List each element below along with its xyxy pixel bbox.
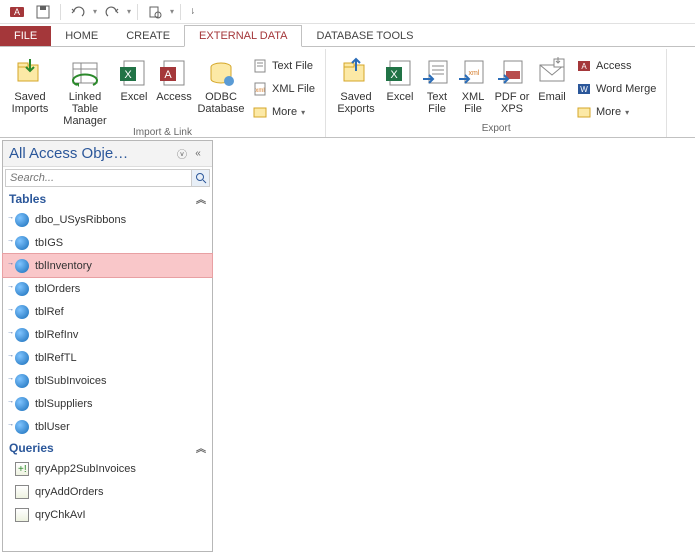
query-icon — [15, 485, 29, 499]
group-import-link: Saved Imports Linked Table Manager X Exc… — [0, 49, 326, 137]
svg-text:xml: xml — [255, 88, 264, 94]
redo-dropdown[interactable]: ▾ — [127, 7, 131, 16]
import-access-button[interactable]: A Access — [154, 51, 194, 103]
table-item[interactable]: →tblRef — [3, 300, 212, 323]
table-item[interactable]: →tbIGS — [3, 231, 212, 254]
svg-text:W: W — [580, 85, 588, 94]
import-odbc-button[interactable]: ODBC Database — [196, 51, 246, 115]
export-access-button[interactable]: A Access — [572, 55, 660, 77]
query-item[interactable]: +!qryApp2SubInvoices — [3, 457, 212, 480]
nav-search-button[interactable] — [191, 170, 209, 186]
import-access-label: Access — [156, 91, 191, 103]
nav-search-input[interactable] — [6, 170, 191, 186]
collapse-icon: ︽ — [196, 440, 206, 455]
nav-pane-collapse-icon[interactable]: « — [190, 148, 206, 159]
table-item[interactable]: →tblRefTL — [3, 346, 212, 369]
export-text-file-label: Text File — [420, 91, 454, 115]
qat-customize[interactable]: ▾ — [170, 7, 174, 16]
tab-database-tools[interactable]: DATABASE TOOLS — [302, 26, 427, 46]
svg-text:A: A — [164, 69, 172, 81]
app-icon: A — [6, 1, 28, 23]
table-item[interactable]: →tblOrders — [3, 277, 212, 300]
ribbon: Saved Imports Linked Table Manager X Exc… — [0, 46, 695, 138]
svg-text:A: A — [14, 7, 20, 17]
export-pdf-xps-button[interactable]: PDF or XPS — [492, 51, 532, 115]
linked-table-icon — [15, 236, 29, 250]
saved-imports-button[interactable]: Saved Imports — [6, 51, 54, 115]
export-xml-file-button[interactable]: xml XML File — [456, 51, 490, 115]
linked-table-manager-button[interactable]: Linked Table Manager — [56, 51, 114, 127]
group-export-label: Export — [482, 123, 511, 137]
linked-table-icon — [15, 328, 29, 342]
undo-dropdown[interactable]: ▾ — [93, 7, 97, 16]
tab-external-data[interactable]: EXTERNAL DATA — [184, 25, 302, 47]
import-odbc-label: ODBC Database — [196, 91, 246, 115]
nav-category-queries[interactable]: Queries︽ — [3, 438, 212, 457]
redo-button[interactable] — [101, 1, 123, 23]
export-email-button[interactable]: Email — [534, 51, 570, 103]
linked-table-icon — [15, 374, 29, 388]
append-query-icon: +! — [15, 462, 29, 476]
svg-text:X: X — [390, 69, 398, 81]
export-pdf-xps-label: PDF or XPS — [492, 91, 532, 115]
linked-table-manager-label: Linked Table Manager — [56, 91, 114, 127]
linked-table-icon — [15, 305, 29, 319]
import-xml-file-button[interactable]: xml XML File — [248, 78, 319, 100]
tab-create[interactable]: CREATE — [112, 26, 184, 46]
ribbon-tabstrip: FILE HOME CREATE EXTERNAL DATA DATABASE … — [0, 24, 695, 46]
linked-table-icon — [15, 282, 29, 296]
tab-file[interactable]: FILE — [0, 26, 51, 46]
table-item-selected[interactable]: →tblInventory — [3, 254, 212, 277]
saved-exports-label: Saved Exports — [332, 91, 380, 115]
linked-table-icon — [15, 213, 29, 227]
import-more-button[interactable]: More ▾ — [248, 101, 319, 123]
svg-text:+!: +! — [18, 464, 27, 475]
table-item[interactable]: →tblSubInvoices — [3, 369, 212, 392]
main-area: All Access Obje… ⓥ « Tables︽ →dbo_USysRi… — [0, 138, 695, 552]
linked-table-icon — [15, 351, 29, 365]
nav-pane-title: All Access Obje… — [9, 145, 174, 162]
linked-table-icon — [15, 420, 29, 434]
saved-imports-label: Saved Imports — [6, 91, 54, 115]
svg-text:A: A — [581, 62, 587, 71]
undo-button[interactable] — [67, 1, 89, 23]
import-excel-button[interactable]: X Excel — [116, 51, 152, 103]
export-excel-button[interactable]: X Excel — [382, 51, 418, 103]
group-export: Saved Exports X Excel Text File xml XML … — [326, 49, 667, 137]
saved-exports-button[interactable]: Saved Exports — [332, 51, 380, 115]
group-import-link-label: Import & Link — [133, 127, 192, 139]
navigation-pane: All Access Obje… ⓥ « Tables︽ →dbo_USysRi… — [2, 140, 213, 552]
query-item[interactable]: qryAddOrders — [3, 480, 212, 503]
import-excel-label: Excel — [121, 91, 148, 103]
export-more-button[interactable]: More ▾ — [572, 101, 660, 123]
nav-category-tables[interactable]: Tables︽ — [3, 189, 212, 208]
collapse-icon: ︽ — [196, 191, 206, 206]
tab-home[interactable]: HOME — [51, 26, 112, 46]
linked-table-icon — [15, 397, 29, 411]
export-word-merge-button[interactable]: W Word Merge — [572, 78, 660, 100]
table-item[interactable]: →tblUser — [3, 415, 212, 438]
print-preview-button[interactable] — [144, 1, 166, 23]
import-text-file-button[interactable]: Text File — [248, 55, 319, 77]
save-button[interactable] — [32, 1, 54, 23]
export-text-file-button[interactable]: Text File — [420, 51, 454, 115]
table-item[interactable]: →dbo_USysRibbons — [3, 208, 212, 231]
query-item[interactable]: qryChkAvI — [3, 503, 212, 526]
nav-search-row — [5, 169, 210, 187]
table-item[interactable]: →tblRefInv — [3, 323, 212, 346]
export-email-label: Email — [538, 91, 566, 103]
svg-text:xml: xml — [469, 70, 480, 77]
export-xml-file-label: XML File — [456, 91, 490, 115]
export-excel-label: Excel — [387, 91, 414, 103]
quick-access-toolbar: A ▾ ▾ ▾ ⇂ — [0, 0, 695, 24]
linked-table-icon — [15, 259, 29, 273]
qat-overflow[interactable]: ⇂ — [189, 7, 196, 16]
svg-text:X: X — [124, 69, 132, 81]
table-item[interactable]: →tblSuppliers — [3, 392, 212, 415]
nav-pane-header[interactable]: All Access Obje… ⓥ « — [3, 141, 212, 167]
query-icon — [15, 508, 29, 522]
nav-pane-menu-icon[interactable]: ⓥ — [174, 146, 190, 161]
